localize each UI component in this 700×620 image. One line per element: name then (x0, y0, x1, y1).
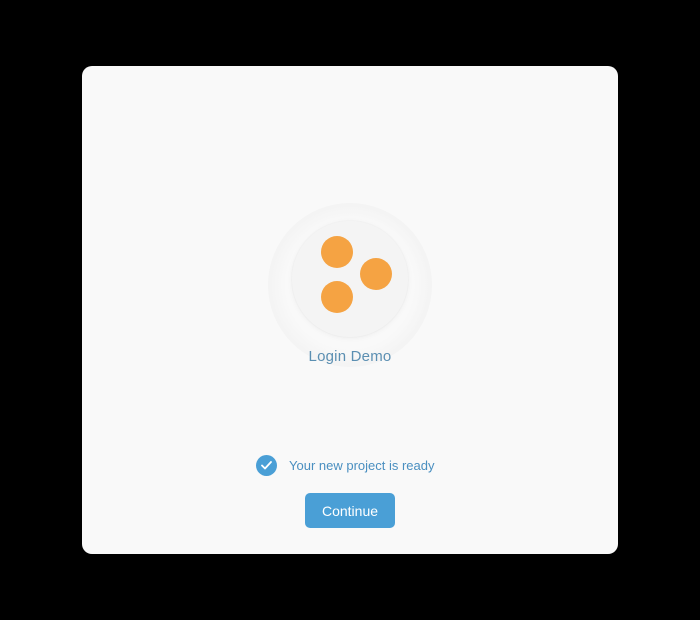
logo-dot-icon (321, 281, 353, 313)
continue-button[interactable]: Continue (305, 493, 395, 528)
logo-dot-icon (360, 258, 392, 290)
app-name: Login Demo (308, 348, 392, 365)
status-row: Your new project is ready (256, 454, 435, 476)
window-backdrop: Login Demo Your new project is ready Con… (0, 0, 700, 620)
status-message: Your new project is ready (289, 457, 435, 473)
check-circle-icon (256, 454, 277, 476)
logo-dot-icon (321, 236, 353, 268)
